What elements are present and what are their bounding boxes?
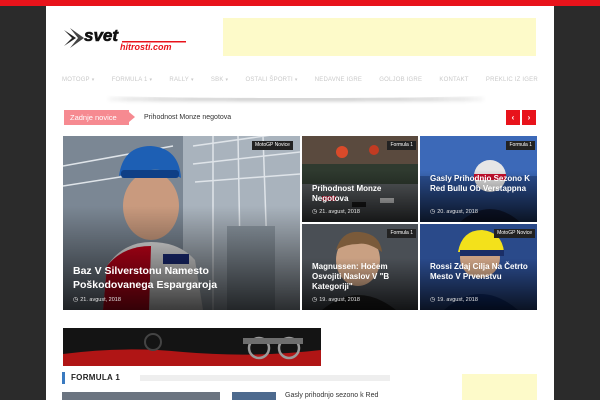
page-container: svet hitrosti.com MOTOGP ▾ FORMULA 1 ▾ RAL… (46, 6, 554, 400)
tile-gradient (63, 205, 300, 310)
article-title: Rossi Zdaj Cilja Na Četrto Mesto V Prven… (430, 262, 528, 281)
chevron-left-icon[interactable]: ‹ (506, 110, 520, 125)
section-marker (62, 372, 65, 384)
section-rule (140, 375, 390, 381)
nav-shadow (106, 92, 486, 98)
article-title: Prihodnost Monze Negotova (312, 184, 382, 203)
article-tile-monza[interactable]: Formula 1 Prihodnost Monze Negotova ◷ 21.… (302, 136, 418, 222)
category-badge[interactable]: Formula 1 (506, 141, 535, 150)
chevron-down-icon: ▾ (149, 77, 153, 83)
nav-item-motogp[interactable]: MOTOGP ▾ (62, 77, 94, 83)
clock-icon: ◷ (312, 209, 318, 215)
header-ad-placeholder[interactable] (223, 18, 536, 56)
article-title: Gasly Prihodnjo Sezono K Red Bullu Ob Ve… (430, 174, 531, 193)
nav-item-sbk[interactable]: SBK ▾ (211, 77, 228, 83)
article-date: ◷ 20. avgust, 2018 (430, 209, 478, 215)
category-badge[interactable]: MotoGP Novice (494, 229, 535, 238)
category-badge[interactable]: Formula 1 (387, 229, 416, 238)
chevron-right-icon[interactable]: › (522, 110, 536, 125)
ticker-headline-link[interactable]: Prihodnost Monze negotova (144, 110, 231, 125)
clock-icon: ◷ (73, 297, 79, 303)
chevron-down-icon: ▾ (294, 77, 298, 83)
nav-item-formula-1[interactable]: FORMULA 1 ▾ (112, 77, 153, 83)
article-tile-magnussen[interactable]: Formula 1 Magnussen: Hočem Osvojiti Nasl… (302, 224, 418, 310)
clock-icon: ◷ (430, 209, 436, 215)
section-heading: FORMULA 1 (62, 372, 392, 384)
category-badge[interactable]: Formula 1 (387, 141, 416, 150)
clock-icon: ◷ (430, 297, 436, 303)
category-badge[interactable]: MotoGP Novice (252, 141, 293, 150)
nav-item-ostali-sporti[interactable]: OSTALI ŠPORTI ▾ (245, 77, 297, 83)
article-tile-gasly[interactable]: Formula 1 Gasly Prihodnjo Sezono K Red B… (420, 136, 537, 222)
featured-title: Baz V Silverstonu Namesto Poškodovanega … (73, 265, 218, 291)
svg-text:svet: svet (84, 26, 119, 45)
nav-item-preklic[interactable]: PREKLIC IZ IGER (486, 77, 538, 83)
chevron-down-icon: ▾ (225, 77, 229, 83)
nav-item-nedavne-igre[interactable]: NEDAVNE IGRE (315, 77, 362, 83)
breaking-news-ticker: Zadnje novice Prihodnost Monze negotova … (64, 110, 536, 125)
section-thumbnail-small[interactable] (232, 392, 276, 400)
clock-icon: ◷ (312, 297, 318, 303)
logo-graphic: svet hitrosti.com (64, 26, 186, 52)
nav-item-goljob-igre[interactable]: GOLJOB IGRE (379, 77, 422, 83)
featured-article-big[interactable]: Baz V Silverstonu Namesto Poškodovanega … (63, 136, 300, 310)
sidebar-ad-placeholder[interactable] (462, 374, 537, 400)
article-date: ◷ 19. avgust, 2018 (312, 297, 360, 303)
motorsport-banner-ad[interactable] (63, 328, 321, 366)
ticker-label: Zadnje novice (64, 110, 135, 125)
article-date: ◷ 19. avgust, 2018 (430, 297, 478, 303)
article-tile-rossi[interactable]: MotoGP Novice Rossi Zdaj Cilja Na Četrto… (420, 224, 537, 310)
section-title: FORMULA 1 (71, 373, 121, 382)
article-date: ◷ 21. avgust, 2018 (312, 209, 360, 215)
site-logo[interactable]: svet hitrosti.com (62, 24, 188, 52)
section-article-link[interactable]: Gasly prihodnjo sezono k Red (285, 392, 378, 399)
nav-item-kontakt[interactable]: KONTAKT (439, 77, 468, 83)
banner-graphic (63, 328, 321, 366)
section-thumbnail[interactable] (62, 392, 220, 400)
svg-text:hitrosti.com: hitrosti.com (120, 42, 172, 52)
chevron-down-icon: ▾ (91, 77, 95, 83)
featured-date: ◷ 21. avgust, 2018 (73, 297, 121, 303)
chevron-down-icon: ▾ (191, 77, 194, 83)
main-nav: MOTOGP ▾ FORMULA 1 ▾ RALLY ▾ SBK ▾ OSTALI ŠP… (62, 70, 538, 90)
nav-item-rally[interactable]: RALLY ▾ (169, 77, 193, 83)
article-title: Magnussen: Hočem Osvojiti Naslov V "B Ka… (312, 262, 390, 291)
